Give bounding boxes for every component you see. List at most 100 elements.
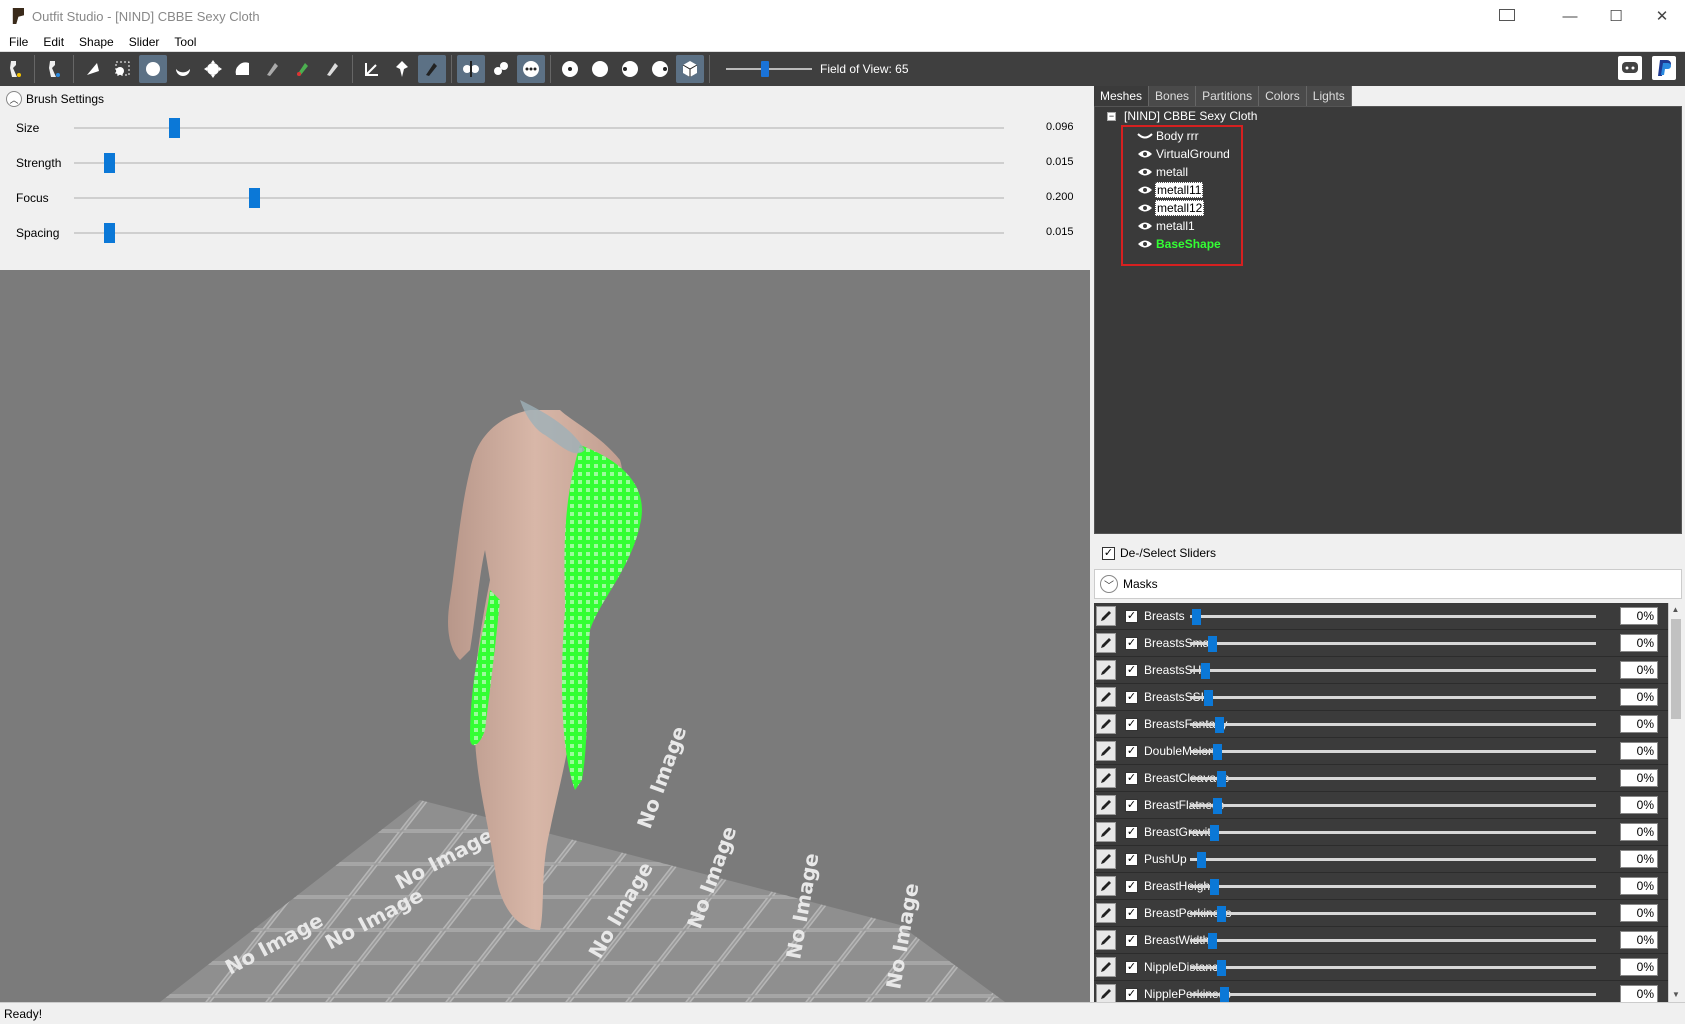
slider-track[interactable]	[1190, 750, 1596, 753]
view-back-icon[interactable]	[586, 55, 614, 83]
eye-icon[interactable]	[1137, 149, 1153, 159]
slider-checkbox[interactable]: ✓	[1125, 799, 1138, 812]
edit-slider-button[interactable]	[1096, 714, 1116, 734]
slider-thumb[interactable]	[1208, 636, 1218, 652]
tab-lights[interactable]: Lights	[1306, 86, 1352, 106]
close-button[interactable]: ✕	[1639, 0, 1685, 32]
menu-edit[interactable]: Edit	[34, 35, 70, 49]
eye-icon[interactable]	[1137, 167, 1153, 177]
view-left-icon[interactable]	[616, 55, 644, 83]
mesh-item-label[interactable]: Body rrr	[1155, 129, 1200, 143]
slider-checkbox[interactable]: ✓	[1125, 664, 1138, 677]
mask-brush-icon[interactable]	[109, 55, 137, 83]
edit-slider-button[interactable]	[1096, 633, 1116, 653]
slider-thumb[interactable]	[1217, 771, 1227, 787]
slider-checkbox[interactable]: ✓	[1125, 691, 1138, 704]
load-reference-icon[interactable]	[40, 55, 68, 83]
tab-meshes[interactable]: Meshes	[1094, 86, 1150, 106]
slider-checkbox[interactable]: ✓	[1125, 745, 1138, 758]
slider-track[interactable]	[1190, 615, 1596, 618]
slider-track[interactable]	[1190, 885, 1596, 888]
slider-value[interactable]: 0%	[1620, 607, 1658, 625]
slider-checkbox[interactable]: ✓	[1125, 718, 1138, 731]
slider-value[interactable]: 0%	[1620, 634, 1658, 652]
slider-scrollbar[interactable]: ▲ ▼	[1668, 603, 1682, 1002]
edit-slider-button[interactable]	[1096, 660, 1116, 680]
slider-checkbox[interactable]: ✓	[1125, 853, 1138, 866]
slider-thumb[interactable]	[1219, 987, 1229, 1002]
x-mirror-icon[interactable]	[457, 55, 485, 83]
pivot-icon[interactable]	[388, 55, 416, 83]
slider-checkbox[interactable]: ✓	[1125, 961, 1138, 974]
slider-checkbox[interactable]: ✓	[1125, 826, 1138, 839]
slider-thumb[interactable]	[1217, 906, 1227, 922]
eye-icon[interactable]	[1137, 185, 1153, 195]
slider-track[interactable]	[1190, 642, 1596, 645]
edit-slider-button[interactable]	[1096, 903, 1116, 923]
tab-bones[interactable]: Bones	[1149, 86, 1197, 106]
connected-only-icon[interactable]	[487, 55, 515, 83]
edit-slider-button[interactable]	[1096, 984, 1116, 1002]
menu-file[interactable]: File	[0, 35, 34, 49]
slider-value[interactable]: 0%	[1620, 958, 1658, 976]
minimize-button[interactable]: —	[1547, 0, 1593, 32]
edit-slider-button[interactable]	[1096, 768, 1116, 788]
slider-value[interactable]: 0%	[1620, 931, 1658, 949]
slider-track[interactable]	[1190, 669, 1596, 672]
slider-checkbox[interactable]: ✓	[1125, 772, 1138, 785]
slider-track[interactable]	[1190, 696, 1596, 699]
slider-value[interactable]: 0%	[1620, 742, 1658, 760]
slider-value[interactable]: 0%	[1620, 904, 1658, 922]
slider-thumb[interactable]	[1210, 879, 1220, 895]
slider-thumb[interactable]	[1212, 798, 1222, 814]
scroll-down-icon[interactable]: ▼	[1669, 988, 1683, 1002]
eye-icon[interactable]	[1137, 221, 1153, 231]
deflate-brush-icon[interactable]	[169, 55, 197, 83]
slider-value[interactable]: 0%	[1620, 769, 1658, 787]
brush-slider-thumb[interactable]	[104, 223, 115, 243]
slider-value[interactable]: 0%	[1620, 850, 1658, 868]
slider-track[interactable]	[1190, 912, 1596, 915]
slider-thumb[interactable]	[1210, 825, 1220, 841]
transform-icon[interactable]	[358, 55, 386, 83]
slider-thumb[interactable]	[1217, 960, 1227, 976]
undiff-brush-icon[interactable]	[259, 55, 287, 83]
inflate-brush-icon[interactable]	[139, 55, 167, 83]
move-brush-icon[interactable]	[199, 55, 227, 83]
mesh-item[interactable]: metall12	[1137, 199, 1205, 216]
edit-slider-button[interactable]	[1096, 930, 1116, 950]
slider-checkbox[interactable]: ✓	[1125, 637, 1138, 650]
mesh-item-label[interactable]: metall1	[1155, 219, 1196, 233]
slider-track[interactable]	[1190, 723, 1596, 726]
slider-track[interactable]	[1190, 993, 1596, 996]
brush-slider-track[interactable]	[74, 127, 1004, 129]
mesh-item-label[interactable]: metall11	[1155, 181, 1204, 198]
brush-slider-track[interactable]	[74, 197, 1004, 199]
slider-checkbox[interactable]: ✓	[1125, 988, 1138, 1001]
brush-slider-track[interactable]	[74, 162, 1004, 164]
deselect-sliders-checkbox[interactable]: ✓	[1102, 546, 1115, 560]
slider-value[interactable]: 0%	[1620, 688, 1658, 706]
slider-thumb[interactable]	[1192, 609, 1201, 625]
slider-checkbox[interactable]: ✓	[1125, 610, 1138, 623]
tab-partitions[interactable]: Partitions	[1196, 86, 1260, 106]
collapse-tree-icon[interactable]: −	[1107, 111, 1116, 121]
masks-header[interactable]: ﹀ Masks	[1094, 569, 1682, 599]
fov-slider-thumb[interactable]	[761, 61, 770, 77]
slider-thumb[interactable]	[1203, 690, 1213, 706]
eye-icon[interactable]	[1137, 239, 1153, 249]
new-project-icon[interactable]	[1, 55, 29, 83]
brush-slider-thumb[interactable]	[104, 153, 115, 173]
scrollbar-thumb[interactable]	[1671, 619, 1681, 719]
slider-thumb[interactable]	[1215, 717, 1224, 733]
brush-slider-thumb[interactable]	[168, 118, 180, 138]
expand-icon[interactable]: ﹀	[1100, 575, 1118, 593]
menu-tool[interactable]: Tool	[165, 35, 202, 49]
slider-track[interactable]	[1190, 831, 1596, 834]
scroll-up-icon[interactable]: ▲	[1669, 603, 1682, 617]
mesh-item-label[interactable]: VirtualGround	[1155, 147, 1231, 161]
mesh-item-label[interactable]: metall	[1155, 165, 1189, 179]
smooth-brush-icon[interactable]	[229, 55, 257, 83]
slider-checkbox[interactable]: ✓	[1125, 880, 1138, 893]
global-brush-icon[interactable]	[517, 55, 545, 83]
